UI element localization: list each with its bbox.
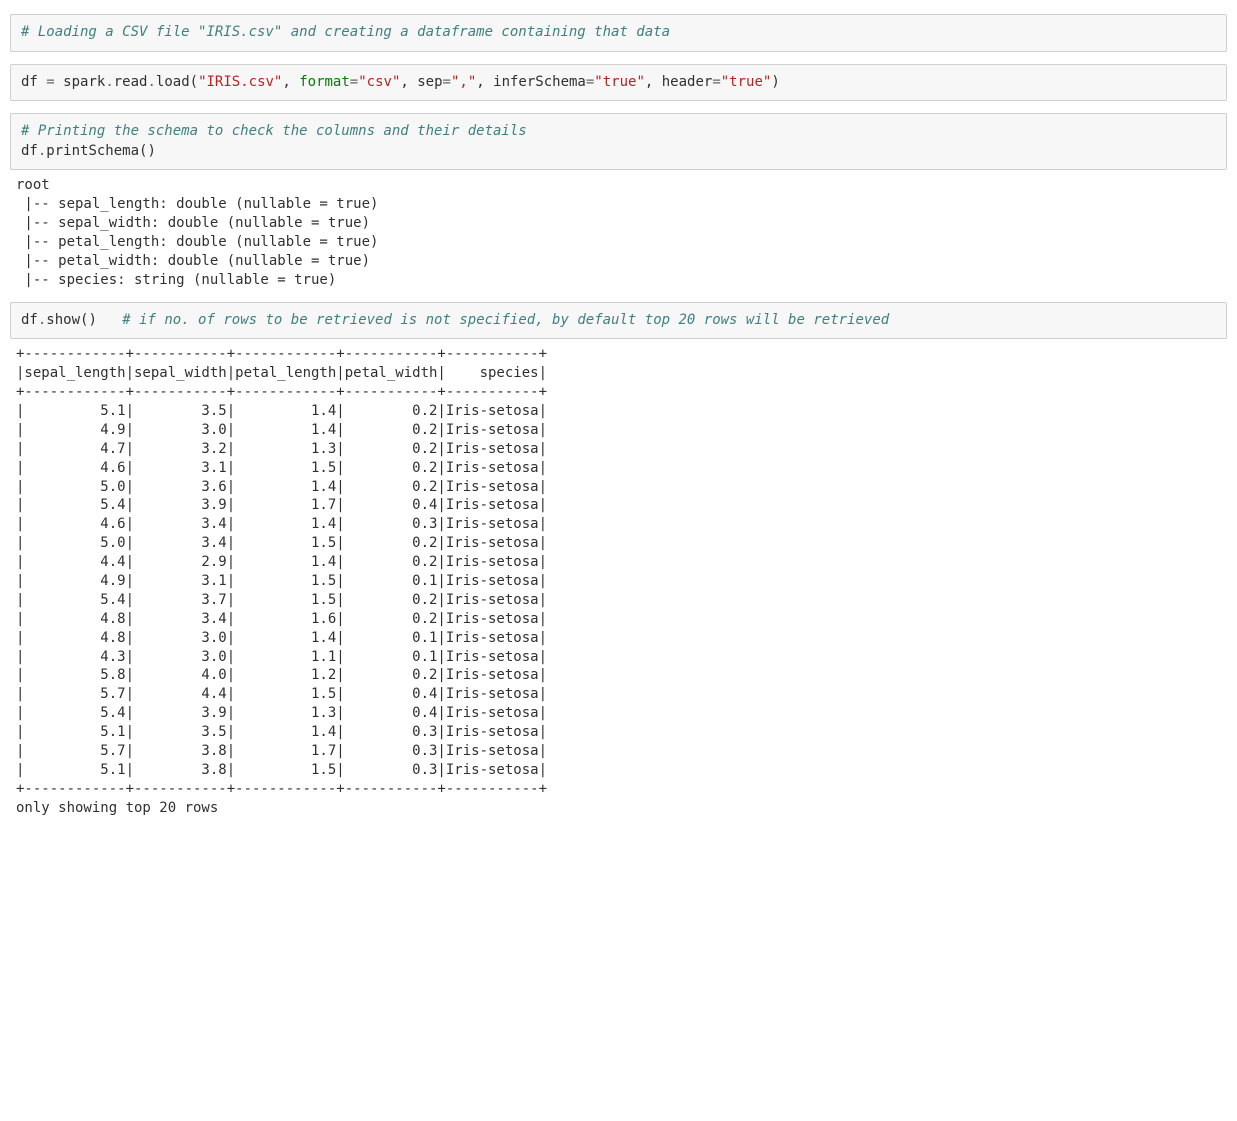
ident-sep: sep xyxy=(417,74,442,90)
ident-header: header xyxy=(662,74,713,90)
str-true: "true" xyxy=(594,74,645,90)
code-input-4[interactable]: df.show() # if no. of rows to be retriev… xyxy=(10,302,1227,340)
ident-printschema: printSchema xyxy=(46,143,139,159)
code-cell-3[interactable]: # Printing the schema to check the colum… xyxy=(10,113,1227,290)
comma: , xyxy=(282,74,299,90)
op-eq: = xyxy=(46,74,54,90)
comma: , xyxy=(400,74,417,90)
rparen: ) xyxy=(88,312,96,328)
ident-inferschema: inferSchema xyxy=(493,74,586,90)
ident-spark: spark xyxy=(55,74,106,90)
op-eq: = xyxy=(443,74,451,90)
code-cell-4[interactable]: df.show() # if no. of rows to be retriev… xyxy=(10,302,1227,818)
comma: , xyxy=(476,74,493,90)
kw-format: format xyxy=(299,74,350,90)
code-input-3[interactable]: # Printing the schema to check the colum… xyxy=(10,113,1227,170)
op-dot: . xyxy=(147,74,155,90)
str-iris: "IRIS.csv" xyxy=(198,74,282,90)
ident-show: show xyxy=(46,312,80,328)
code-input-1[interactable]: # Loading a CSV file "IRIS.csv" and crea… xyxy=(10,14,1227,52)
str-true: "true" xyxy=(721,74,772,90)
space xyxy=(97,312,122,328)
op-eq: = xyxy=(350,74,358,90)
str-csv: "csv" xyxy=(358,74,400,90)
comment: # Printing the schema to check the colum… xyxy=(21,123,527,139)
comment: # if no. of rows to be retrieved is not … xyxy=(122,312,889,328)
ident-df: df xyxy=(21,143,38,159)
comment: # Loading a CSV file "IRIS.csv" and crea… xyxy=(21,24,670,40)
schema-output: root |-- sepal_length: double (nullable … xyxy=(10,170,1227,289)
ident-df: df xyxy=(21,74,46,90)
rparen: ) xyxy=(147,143,155,159)
str-sep: "," xyxy=(451,74,476,90)
code-cell-1[interactable]: # Loading a CSV file "IRIS.csv" and crea… xyxy=(10,14,1227,52)
op-dot: . xyxy=(105,74,113,90)
comma: , xyxy=(645,74,662,90)
ident-load: load xyxy=(156,74,190,90)
ident-df: df xyxy=(21,312,38,328)
op-eq: = xyxy=(712,74,720,90)
code-input-2[interactable]: df = spark.read.load("IRIS.csv", format=… xyxy=(10,64,1227,102)
show-output: +------------+-----------+------------+-… xyxy=(10,339,1227,817)
rparen: ) xyxy=(771,74,779,90)
ident-read: read xyxy=(114,74,148,90)
code-cell-2[interactable]: df = spark.read.load("IRIS.csv", format=… xyxy=(10,64,1227,102)
lparen: ( xyxy=(190,74,198,90)
